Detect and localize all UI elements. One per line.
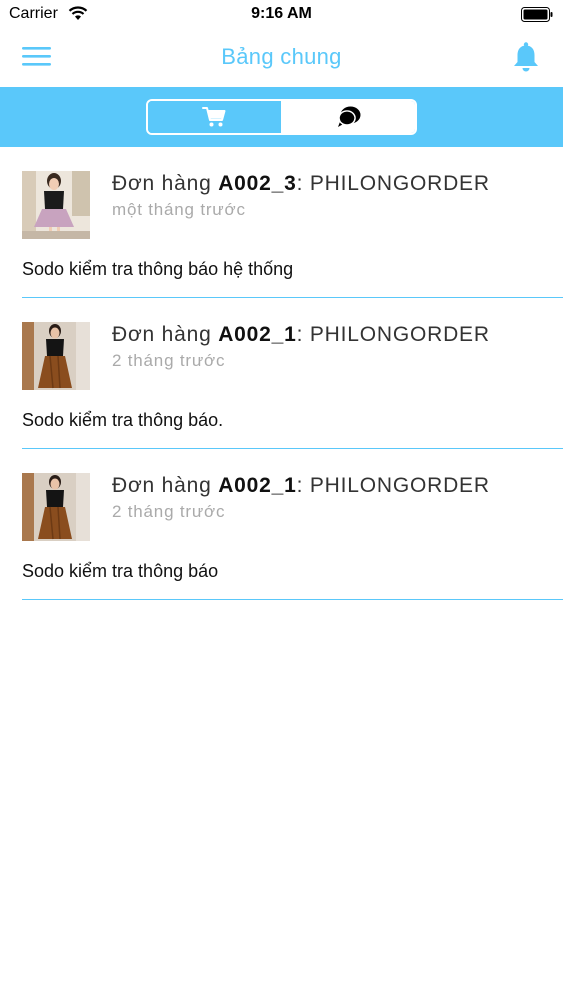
- chat-bubble-icon: [337, 106, 361, 127]
- tab-bar: [0, 87, 563, 147]
- notification-list: Đơn hàng A002_3: PHILONGORDER một tháng …: [0, 147, 563, 600]
- page-title: Bảng chung: [221, 44, 342, 69]
- timestamp: 2 tháng trước: [112, 351, 226, 370]
- order-suffix: : PHILONGORDER: [296, 474, 490, 497]
- notification-item[interactable]: Đơn hàng A002_1: PHILONGORDER 2 tháng tr…: [22, 298, 563, 449]
- order-suffix: : PHILONGORDER: [296, 172, 490, 195]
- tab-messages[interactable]: [282, 101, 415, 133]
- notification-item[interactable]: Đơn hàng A002_3: PHILONGORDER một tháng …: [22, 147, 563, 298]
- tab-orders[interactable]: [148, 101, 283, 133]
- order-prefix: Đơn hàng: [112, 474, 219, 497]
- segmented-control: [146, 99, 417, 135]
- notification-message: Sodo kiểm tra thông báo hệ thống: [22, 259, 294, 279]
- status-bar: Carrier 9:16 AM: [0, 0, 563, 30]
- order-suffix: : PHILONGORDER: [296, 323, 490, 346]
- order-prefix: Đơn hàng: [112, 323, 219, 346]
- notification-message: Sodo kiểm tra thông báo.: [22, 410, 224, 430]
- clock: 9:16 AM: [251, 5, 312, 22]
- order-id: A002_1: [218, 323, 297, 346]
- bell-icon: [514, 42, 538, 72]
- order-id: A002_3: [218, 172, 297, 195]
- notifications-button[interactable]: [511, 41, 541, 73]
- battery-icon: [521, 7, 553, 22]
- timestamp: 2 tháng trước: [112, 502, 226, 521]
- order-title: Đơn hàng A002_1: PHILONGORDER: [112, 323, 490, 347]
- order-title: Đơn hàng A002_1: PHILONGORDER: [112, 474, 490, 498]
- notification-item[interactable]: Đơn hàng A002_1: PHILONGORDER 2 tháng tr…: [22, 449, 563, 600]
- order-prefix: Đơn hàng: [112, 172, 219, 195]
- nav-bar: Bảng chung: [0, 30, 563, 87]
- order-title: Đơn hàng A002_3: PHILONGORDER: [112, 172, 490, 196]
- product-thumbnail: [22, 171, 90, 239]
- notification-message: Sodo kiểm tra thông báo: [22, 561, 219, 581]
- product-thumbnail: [22, 473, 90, 541]
- order-id: A002_1: [218, 474, 297, 497]
- product-thumbnail: [22, 322, 90, 390]
- cart-icon: [202, 107, 226, 127]
- timestamp: một tháng trước: [112, 200, 246, 219]
